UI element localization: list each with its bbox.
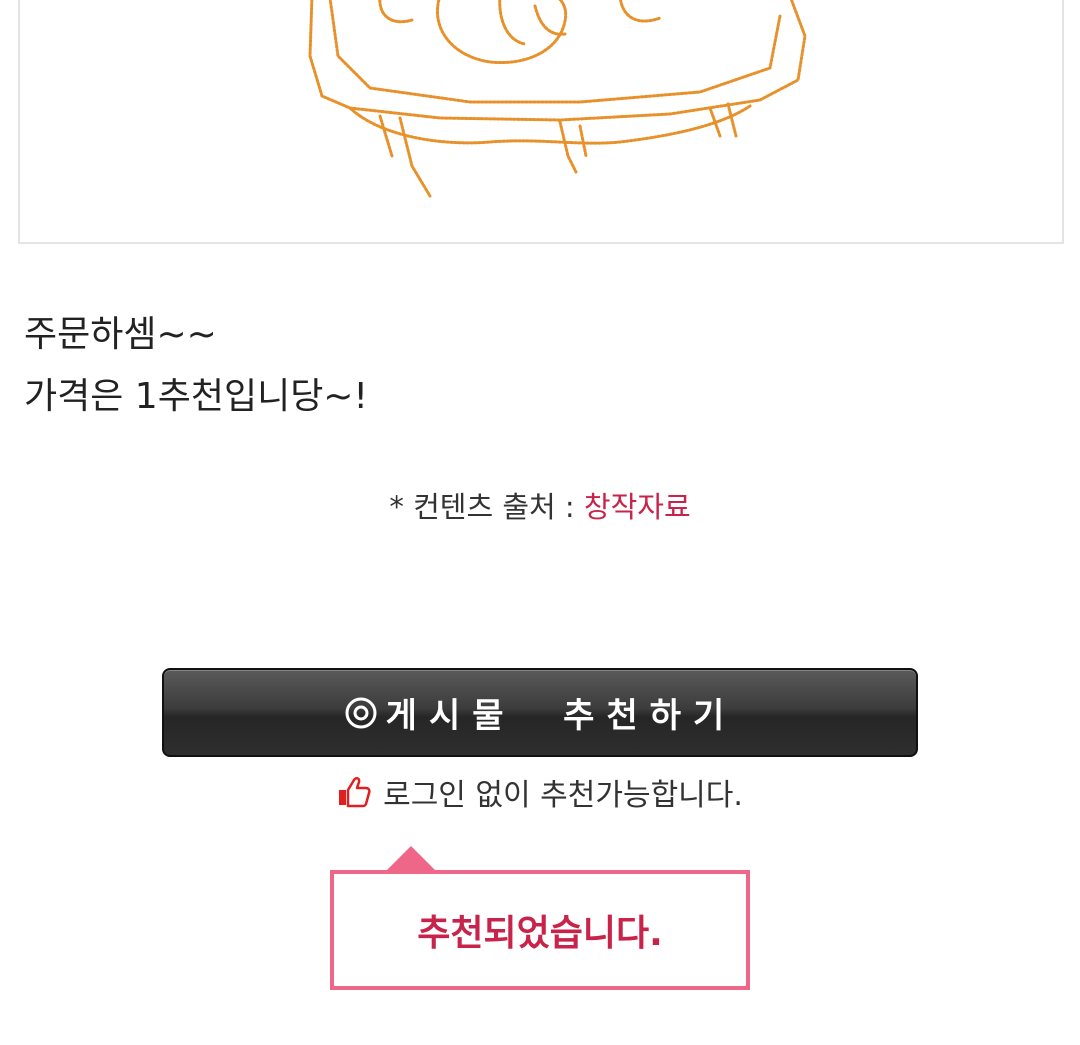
recommend-success-popup: 추천되었습니다.: [330, 870, 750, 990]
post-image-frame: [18, 0, 1064, 244]
sketch-illustration: [308, 0, 807, 198]
post-page: 주문하셈~~ 가격은 1추천입니당~! * 컨텐츠 출처 : 창작자료 게시물 …: [0, 0, 1080, 1045]
thumbs-up-icon: [339, 777, 371, 808]
content-source-prefix: * 컨텐츠 출처 :: [389, 490, 584, 524]
content-source: * 컨텐츠 출처 : 창작자료: [0, 484, 1080, 526]
target-circle-icon: [345, 697, 377, 728]
recommend-hint: 로그인 없이 추천가능합니다.: [0, 770, 1080, 814]
post-line-2: 가격은 1추천입니당~!: [24, 376, 368, 417]
popup-message: 추천되었습니다.: [417, 913, 663, 954]
post-body: 주문하셈~~ 가격은 1추천입니당~!: [24, 304, 368, 428]
content-source-link[interactable]: 창작자료: [584, 490, 691, 524]
recommend-hint-text: 로그인 없이 추천가능합니다.: [383, 778, 743, 813]
recommend-post-button[interactable]: 게시물 추천하기: [162, 668, 918, 757]
recommend-button-label: 게시물 추천하기: [385, 696, 737, 736]
post-line-1: 주문하셈~~: [24, 314, 217, 355]
popup-arrow: [387, 846, 435, 870]
